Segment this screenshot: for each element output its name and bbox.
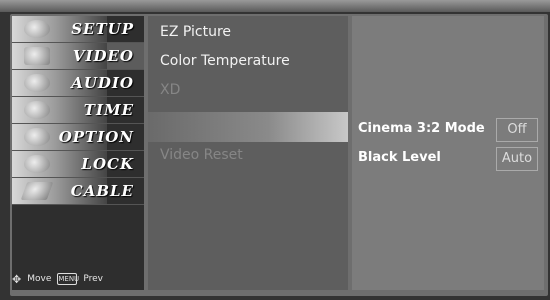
tv-screen: SETUP VIDEO AUDIO TIME OPTION LOCK CABLE… (0, 0, 550, 300)
submenu-item-ez-picture[interactable]: EZ Picture (160, 24, 231, 40)
menu-item-label: TIME (83, 101, 134, 119)
menu-footer: ✥ Move MENU Prev (12, 268, 144, 290)
menu-item-video[interactable]: VIDEO (12, 43, 144, 70)
menu-item-label: VIDEO (72, 47, 134, 65)
submenu-selected-row[interactable] (148, 112, 348, 142)
black-level-value[interactable]: Auto (496, 147, 538, 171)
top-bar (0, 0, 550, 12)
menu-item-label: SETUP (71, 20, 134, 38)
move-label: Move (27, 274, 52, 284)
prev-label: Prev (83, 274, 103, 284)
menu-item-audio[interactable]: AUDIO (12, 70, 144, 97)
move-arrows-icon: ✥ (12, 272, 22, 286)
submenu-item-xd[interactable]: XD (160, 82, 180, 98)
black-level-label: Black Level (358, 150, 441, 165)
menu-item-label: LOCK (81, 155, 134, 173)
menu-item-time[interactable]: TIME (12, 97, 144, 124)
menu-key-icon: MENU (57, 273, 80, 285)
menu-item-label: OPTION (58, 128, 134, 146)
menu-item-lock[interactable]: LOCK (12, 151, 144, 178)
submenu-item-color-temperature[interactable]: Color Temperature (160, 53, 290, 69)
cinema-mode-value[interactable]: Off (496, 118, 538, 142)
menu-item-label: CABLE (70, 182, 134, 200)
cinema-mode-label: Cinema 3:2 Mode (358, 121, 485, 136)
menu-item-option[interactable]: OPTION (12, 124, 144, 151)
menu-item-cable[interactable]: CABLE (12, 178, 144, 205)
menu-item-setup[interactable]: SETUP (12, 16, 144, 43)
main-menu: SETUP VIDEO AUDIO TIME OPTION LOCK CABLE (12, 16, 144, 290)
submenu-item-video-reset[interactable]: Video Reset (160, 147, 243, 163)
menu-item-label: AUDIO (71, 74, 134, 92)
